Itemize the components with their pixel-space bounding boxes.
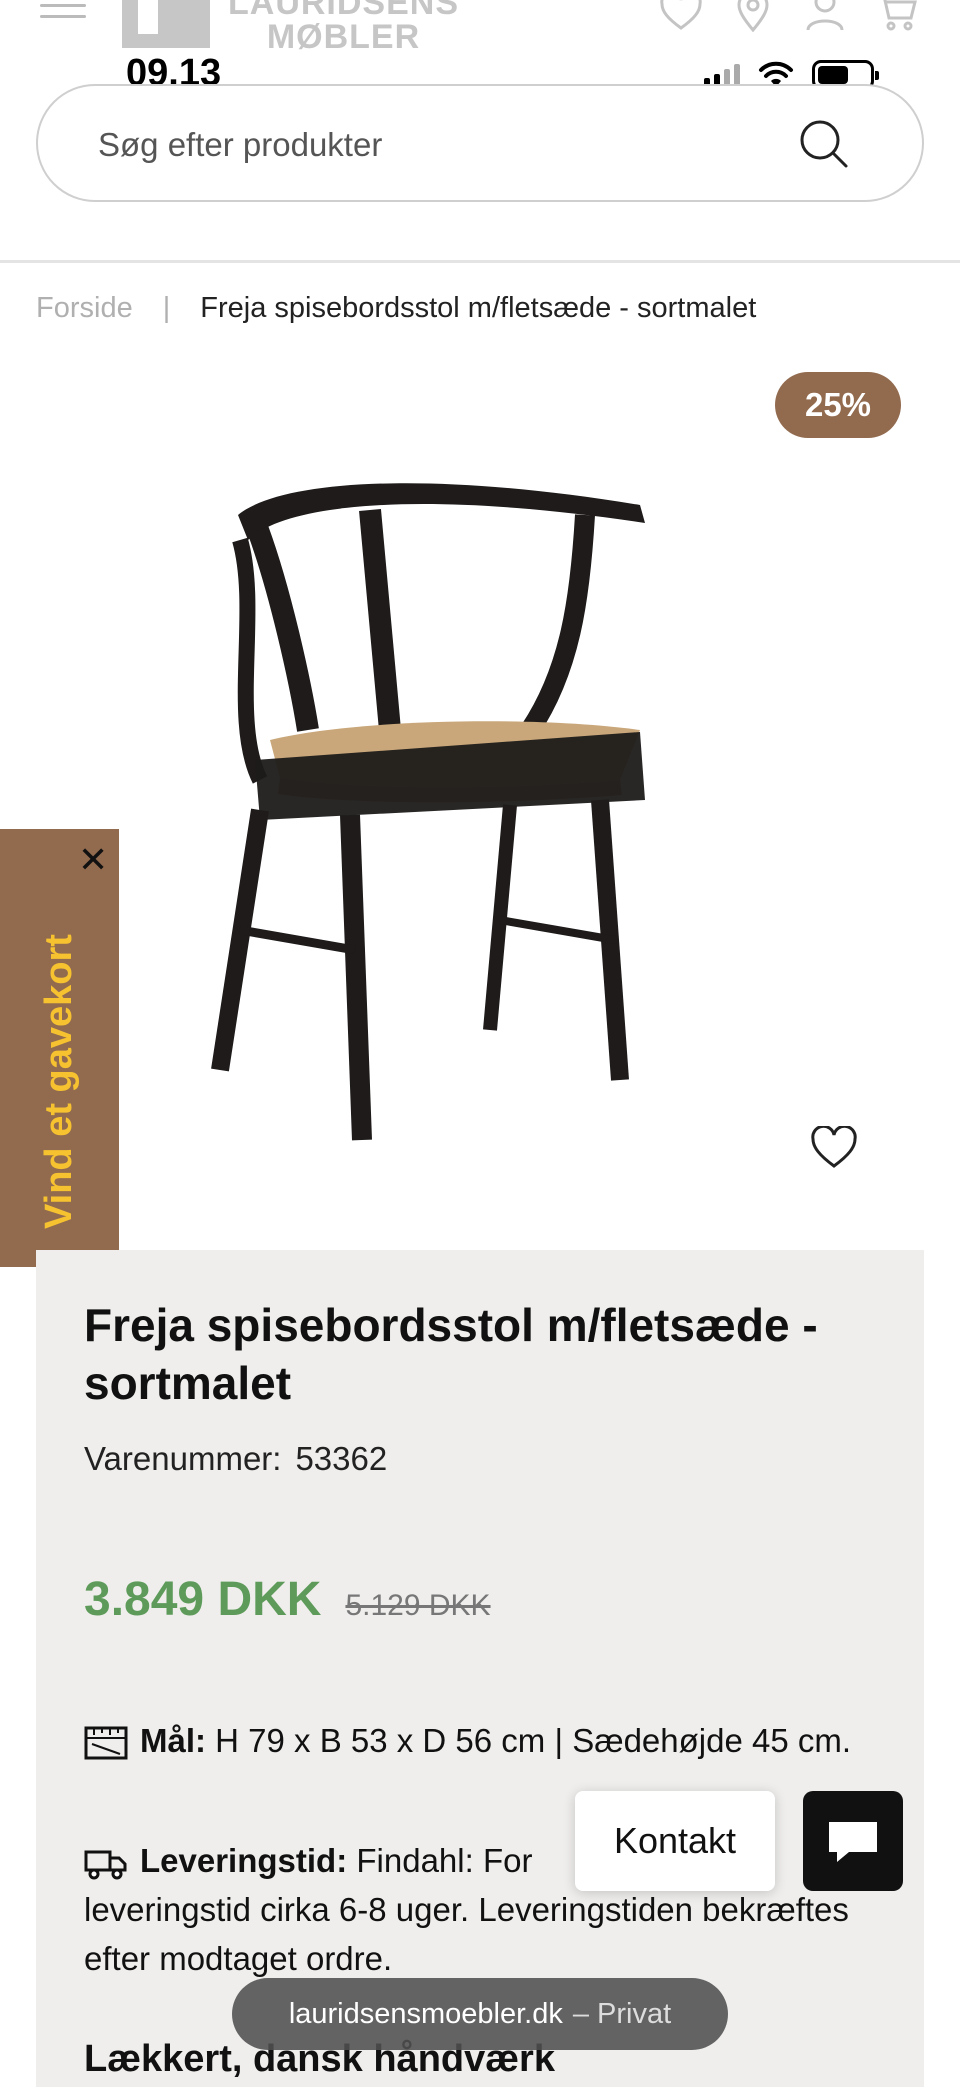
dimensions-label: Mål: — [140, 1722, 206, 1759]
dimensions-spec: Mål: H 79 x B 53 x D 56 cm | Sædehøjde 4… — [84, 1716, 884, 1765]
search-input[interactable]: Søg efter produkter — [98, 126, 382, 164]
ruler-icon — [84, 1726, 128, 1760]
delivery-details: leveringstid cirka 6-8 uger. Leveringsti… — [84, 1891, 849, 1977]
logo[interactable]: LAURIDSENS MØBLER — [122, 0, 459, 56]
chat-button[interactable] — [803, 1791, 903, 1891]
search-icon[interactable] — [798, 118, 850, 170]
sale-price: 3.849 DKK — [84, 1573, 322, 1626]
menu-icon[interactable] — [40, 4, 86, 24]
site-header: LAURIDSENS MØBLER 09.13 Søg efter produk… — [0, 0, 960, 263]
user-icon[interactable] — [802, 0, 848, 31]
url-text: lauridsensmoebler.dk — [288, 1997, 563, 2030]
header-icons — [658, 0, 920, 32]
breadcrumb: Forside | Freja spisebordsstol m/fletsæd… — [36, 292, 756, 325]
discount-badge: 25% — [775, 372, 901, 438]
delivery-value: Findahl: For — [356, 1842, 533, 1879]
location-icon[interactable] — [730, 0, 776, 32]
delivery-label: Leveringstid: — [140, 1842, 348, 1879]
signal-icon — [704, 64, 740, 86]
close-icon[interactable]: ✕ — [78, 839, 108, 881]
gift-card-label: Vind et gavekort — [38, 934, 80, 1229]
sku: Varenummer: 53362 — [84, 1440, 387, 1478]
wishlist-heart-icon[interactable] — [810, 1126, 858, 1170]
search-bar[interactable]: Søg efter produkter — [36, 84, 924, 202]
private-mode-label: – Privat — [572, 1997, 672, 2030]
logo-mark — [122, 0, 210, 48]
header-divider — [0, 260, 960, 263]
breadcrumb-home-link[interactable]: Forside — [36, 292, 133, 325]
breadcrumb-current: Freja spisebordsstol m/fletsæde - sortma… — [200, 292, 757, 324]
product-title: Freja spisebordsstol m/fletsæde - sortma… — [84, 1299, 818, 1409]
logo-text: LAURIDSENS MØBLER — [228, 0, 460, 56]
product-info-panel: Freja spisebordsstol m/fletsæde - sortma… — [36, 1250, 924, 2087]
product-image[interactable] — [200, 460, 760, 1150]
truck-icon — [84, 1850, 127, 1880]
gift-card-tab[interactable]: ✕ Vind et gavekort — [0, 829, 119, 1267]
browser-url-bar[interactable]: lauridsensmoebler.dk – Privat — [232, 1978, 728, 2050]
contact-button[interactable]: Kontakt — [575, 1791, 775, 1891]
original-price: 5.129 DKK — [345, 1589, 491, 1622]
chat-icon — [829, 1822, 877, 1862]
dimensions-value: H 79 x B 53 x D 56 cm | Sædehøjde 45 cm. — [215, 1722, 852, 1759]
heart-icon[interactable] — [658, 0, 704, 30]
sku-label: Varenummer: — [84, 1440, 282, 1477]
price-row: 3.849 DKK 5.129 DKK — [84, 1572, 491, 1627]
cart-icon[interactable] — [874, 0, 920, 31]
breadcrumb-separator: | — [162, 292, 171, 324]
sku-value: 53362 — [295, 1440, 388, 1477]
